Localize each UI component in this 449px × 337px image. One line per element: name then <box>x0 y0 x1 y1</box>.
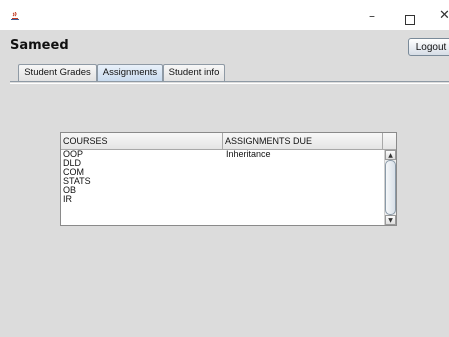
maximize-button[interactable] <box>405 15 415 25</box>
scroll-down-arrow-icon[interactable]: ▼ <box>385 215 396 225</box>
assignments-table: COURSES ASSIGNMENTS DUE OOP Inheritance … <box>60 132 397 226</box>
tab-student-grades[interactable]: Student Grades <box>18 64 97 81</box>
column-header-courses[interactable]: COURSES <box>61 133 223 149</box>
scroll-up-arrow-icon[interactable]: ▲ <box>385 150 396 160</box>
table-body: OOP Inheritance DLD COM STATS OB IR <box>61 149 383 225</box>
vertical-scrollbar[interactable]: ▲ ▼ <box>384 150 396 225</box>
logout-button[interactable]: Logout <box>408 38 449 56</box>
app-window: – ✕ Sameed Logout Student Grades Assignm… <box>0 0 449 337</box>
java-coffee-icon <box>11 12 19 20</box>
cell-course: IR <box>63 194 72 204</box>
tab-divider <box>10 81 449 82</box>
minimize-button[interactable]: – <box>369 9 375 23</box>
tab-assignments[interactable]: Assignments <box>97 64 163 81</box>
title-bar: – ✕ <box>0 0 449 30</box>
tab-student-info[interactable]: Student info <box>163 64 225 81</box>
scrollbar-thumb[interactable] <box>385 160 396 215</box>
close-button[interactable]: ✕ <box>439 9 449 23</box>
main-panel: Sameed Logout Student Grades Assignments… <box>0 30 449 337</box>
tab-divider-highlight <box>10 83 449 84</box>
table-header: COURSES ASSIGNMENTS DUE <box>61 133 396 150</box>
header-corner <box>383 133 396 149</box>
column-header-assignments-due[interactable]: ASSIGNMENTS DUE <box>223 133 383 149</box>
user-name-label: Sameed <box>10 38 69 53</box>
table-row[interactable]: IR <box>61 194 383 204</box>
